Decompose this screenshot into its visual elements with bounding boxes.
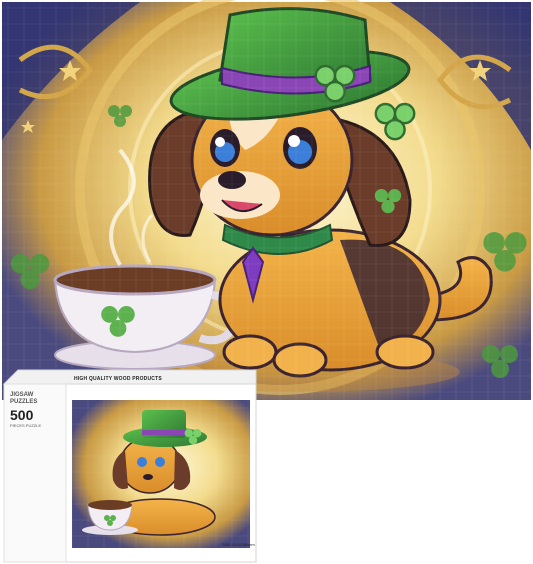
brand-line-1: JIGSAW xyxy=(10,392,34,398)
box-header-text: HIGH QUALITY WOOD PRODUCTS xyxy=(74,376,162,382)
box-side-panel: JIGSAW PUZZLES 500 PIECES PUZZLE xyxy=(10,392,62,428)
puzzle-box-labels: HIGH QUALITY WOOD PRODUCTS JIGSAW PUZZLE… xyxy=(4,370,256,562)
pieces-label: PIECES PUZZLE xyxy=(10,423,42,428)
size-label: SIZE:520X380mm xyxy=(222,542,255,547)
brand-line-2: PUZZLES xyxy=(10,399,38,405)
piece-count: 500 xyxy=(10,407,34,423)
puzzle-image xyxy=(2,0,531,400)
